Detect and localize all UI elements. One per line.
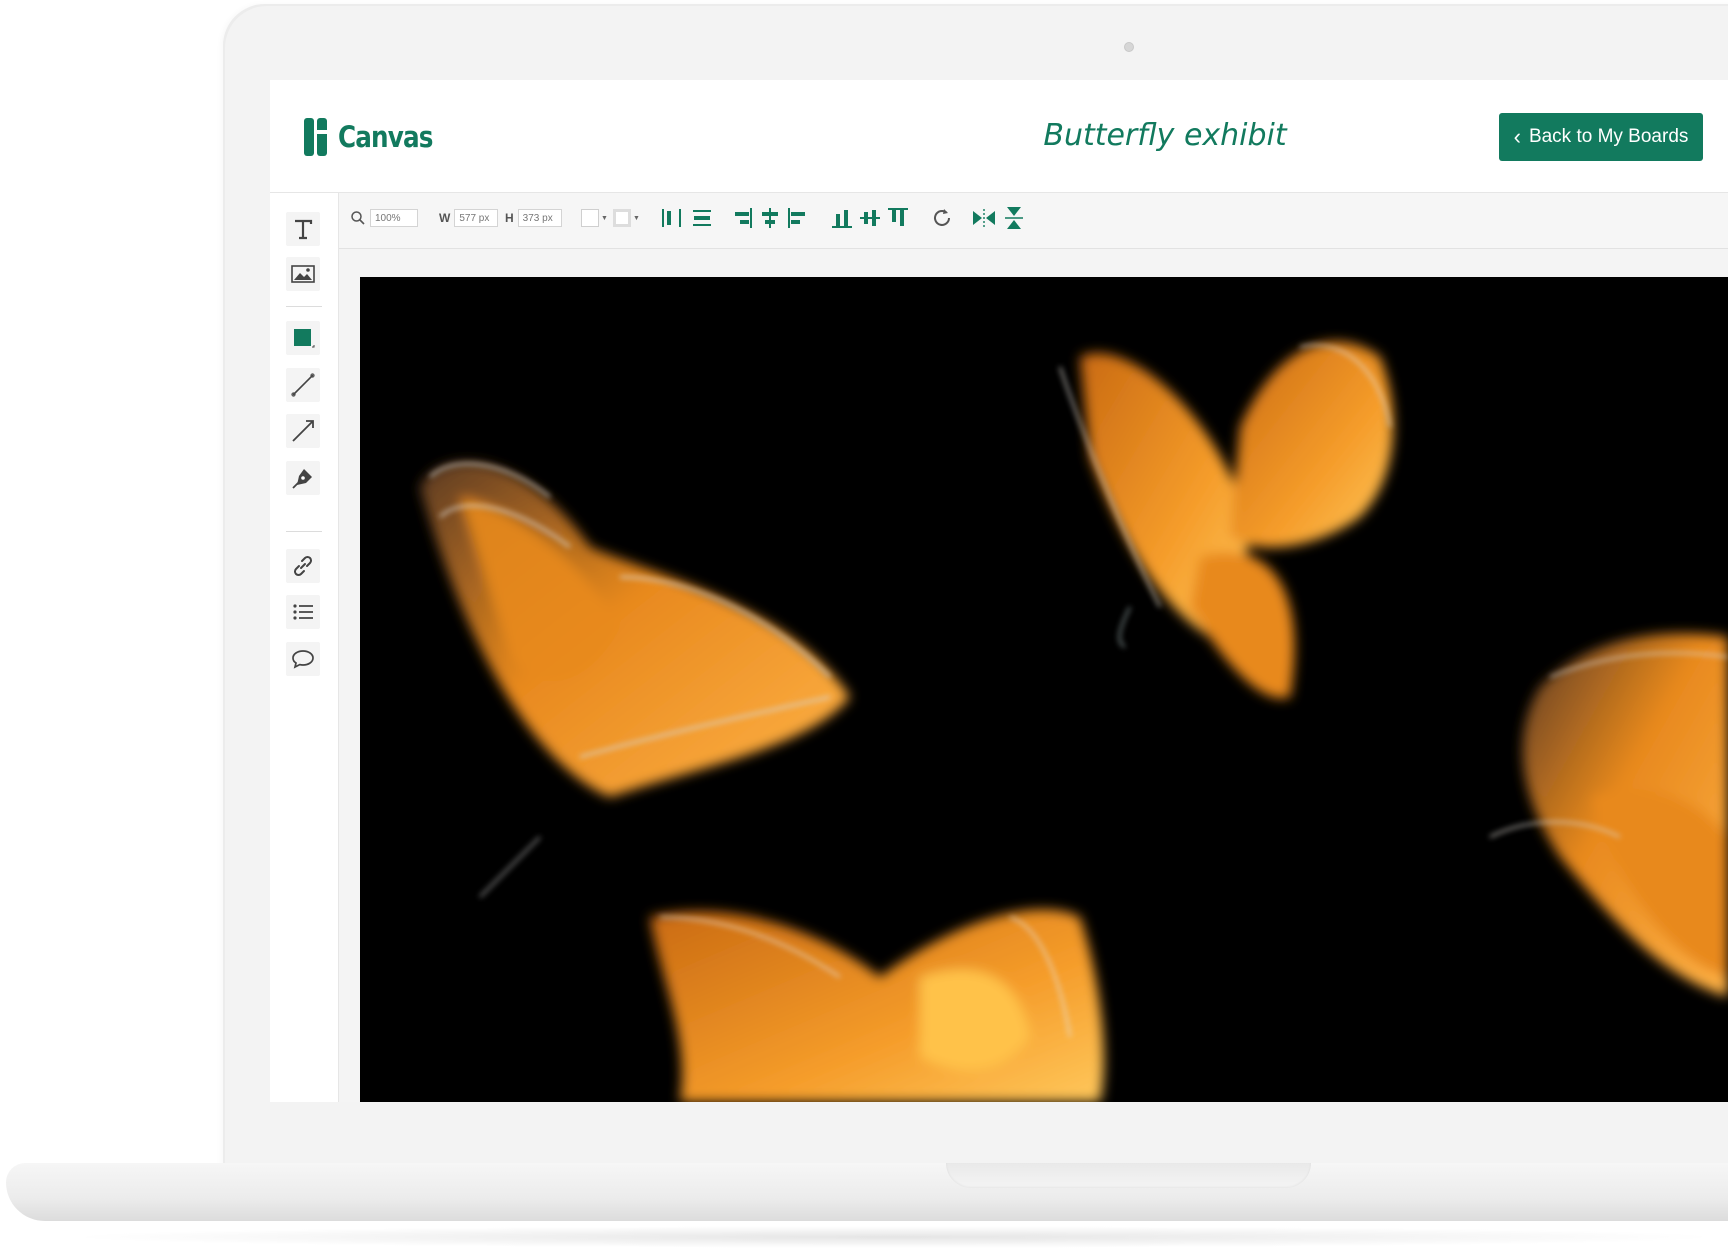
logo-text: Canvas — [338, 120, 433, 154]
flip-horizontal-button[interactable] — [971, 205, 997, 231]
align-middle-button[interactable] — [857, 205, 883, 231]
image-icon — [291, 265, 315, 283]
shape-tool-button[interactable] — [286, 321, 320, 355]
zoom-icon — [351, 211, 365, 225]
pen-tool-button[interactable] — [286, 461, 320, 495]
pen-icon — [292, 469, 312, 489]
tool-rail — [270, 193, 339, 1102]
arrow-icon — [292, 420, 314, 442]
text-tool-button[interactable] — [286, 212, 320, 246]
canvas-image[interactable] — [360, 277, 1728, 1102]
align-top-button[interactable] — [885, 205, 911, 231]
link-icon — [293, 555, 313, 577]
height-input[interactable]: 373 px — [517, 209, 562, 227]
butterfly-left — [420, 462, 850, 797]
app-logo[interactable]: Canvas — [304, 118, 449, 156]
laptop-shadow — [60, 1226, 1728, 1248]
tool-divider — [286, 531, 322, 532]
align-center-horizontal-icon — [762, 208, 778, 228]
editor-toolbar: 100% W 577 px H 373 px ▼ ▼ — [339, 193, 1728, 249]
chevron-left-icon: ‹ — [1513, 124, 1521, 149]
width-control[interactable]: W 577 px — [439, 208, 499, 228]
list-icon — [293, 604, 313, 620]
webcam-dot — [1124, 42, 1134, 52]
arrow-tool-button[interactable] — [286, 414, 320, 448]
rotate-button[interactable] — [929, 205, 955, 231]
logo-mark-icon — [304, 118, 328, 156]
align-bottom-button[interactable] — [829, 205, 855, 231]
align-center-horizontal-button[interactable] — [757, 205, 783, 231]
tool-divider — [286, 306, 322, 307]
flip-horizontal-icon — [973, 209, 995, 227]
align-top-icon — [888, 208, 908, 226]
align-left-edge-icon — [788, 208, 805, 228]
zoom-control[interactable]: 100% — [350, 208, 418, 228]
align-right-icon — [735, 208, 752, 228]
line-icon — [291, 373, 315, 397]
border-color-picker[interactable]: ▼ — [613, 208, 640, 228]
rotate-icon — [934, 209, 950, 226]
comment-tool-button[interactable] — [286, 642, 320, 676]
align-left-icon — [662, 209, 681, 227]
flip-vertical-button[interactable] — [1001, 205, 1027, 231]
flip-vertical-icon — [1005, 207, 1023, 229]
align-middle-icon — [860, 210, 880, 226]
shape-icon — [294, 329, 315, 348]
butterfly-photo — [420, 341, 1728, 1102]
link-tool-button[interactable] — [286, 549, 320, 583]
fill-color-picker[interactable]: ▼ — [581, 208, 608, 228]
align-center-vertical-button[interactable] — [689, 205, 715, 231]
board-title: Butterfly exhibit — [1043, 118, 1287, 153]
align-left-button[interactable] — [659, 205, 685, 231]
fill-color-icon — [581, 209, 599, 227]
laptop-base-notch — [946, 1163, 1311, 1188]
list-tool-button[interactable] — [286, 595, 320, 629]
laptop-base — [6, 1163, 1728, 1221]
app-screen: Canvas Butterfly exhibit ‹ Back to My Bo… — [270, 80, 1728, 1102]
text-icon — [295, 219, 313, 240]
line-tool-button[interactable] — [286, 368, 320, 402]
align-left-edge-button[interactable] — [785, 205, 811, 231]
width-input[interactable]: 577 px — [454, 209, 499, 227]
width-label: W — [439, 211, 451, 225]
app-header: Canvas Butterfly exhibit ‹ Back to My Bo… — [270, 80, 1728, 193]
align-right-button[interactable] — [729, 205, 755, 231]
image-tool-button[interactable] — [286, 257, 320, 291]
butterfly-top-right — [1080, 341, 1394, 699]
height-label: H — [505, 211, 514, 225]
back-button-label: Back to My Boards — [1528, 126, 1689, 147]
butterfly-right-edge — [1522, 633, 1728, 997]
align-center-vertical-icon — [693, 210, 711, 226]
comment-icon — [292, 650, 314, 669]
zoom-input[interactable]: 100% — [370, 209, 418, 227]
caret-down-icon: ▼ — [633, 214, 640, 222]
caret-down-icon: ▼ — [601, 214, 608, 222]
border-color-icon — [613, 209, 631, 227]
height-control[interactable]: H 373 px — [505, 208, 562, 228]
align-bottom-icon — [832, 210, 852, 228]
back-to-boards-button[interactable]: ‹ Back to My Boards — [1499, 113, 1703, 161]
